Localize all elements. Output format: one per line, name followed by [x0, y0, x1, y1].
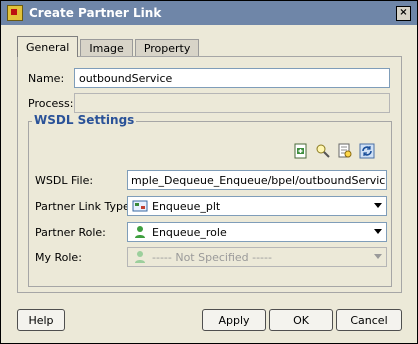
name-label: Name:	[28, 71, 65, 85]
name-row: Name:	[28, 67, 64, 89]
name-field[interactable]: outboundService	[74, 68, 390, 88]
partner-link-type-icon	[132, 200, 148, 212]
help-button[interactable]: Help	[17, 309, 65, 331]
dialog-title: Create Partner Link	[29, 6, 162, 20]
partner-link-type-row: Partner Link Type:	[35, 195, 133, 217]
process-label: Process:	[28, 96, 74, 110]
partner-role-label: Partner Role:	[35, 225, 106, 239]
process-field	[74, 93, 390, 113]
chevron-down-icon	[374, 254, 382, 259]
partner-link-app-icon	[7, 5, 23, 21]
role-icon	[135, 226, 145, 238]
process-row: Process:	[28, 92, 73, 114]
partner-link-type-label: Partner Link Type:	[35, 199, 134, 213]
partner-link-type-dropdown[interactable]: Enqueue_plt	[127, 196, 387, 216]
find-icon[interactable]	[314, 142, 332, 160]
partner-link-type-value: Enqueue_plt	[152, 199, 221, 213]
apply-button-label: Apply	[218, 313, 250, 327]
wsdl-settings-group: WSDL Settings WSDL File: mple_Dequeue_En…	[28, 113, 392, 287]
browse-icon[interactable]	[336, 142, 354, 160]
my-role-label: My Role:	[35, 250, 82, 264]
help-button-label: Help	[28, 313, 54, 327]
wsdl-file-row: WSDL File:	[35, 169, 93, 191]
partner-role-value: Enqueue_role	[152, 225, 227, 239]
create-partner-link-dialog: Create Partner Link × General Image Prop…	[0, 0, 418, 344]
wsdl-settings-title: WSDL Settings	[32, 113, 137, 127]
ok-button-label: OK	[293, 313, 309, 327]
tab-property[interactable]: Property	[134, 39, 200, 57]
tab-strip: General Image Property	[17, 36, 201, 57]
my-role-row: My Role:	[35, 246, 82, 268]
chevron-down-icon	[374, 229, 382, 234]
tab-general[interactable]: General	[17, 36, 79, 57]
refresh-icon[interactable]	[358, 142, 376, 160]
partner-role-dropdown[interactable]: Enqueue_role	[127, 222, 387, 242]
add-wsdl-icon[interactable]	[292, 142, 310, 160]
cancel-button[interactable]: Cancel	[336, 309, 402, 331]
my-role-value: ----- Not Specified -----	[152, 250, 272, 264]
tab-image[interactable]: Image	[80, 39, 133, 57]
ok-button[interactable]: OK	[269, 309, 333, 331]
close-button[interactable]: ×	[396, 6, 411, 21]
wsdl-file-field[interactable]: mple_Dequeue_Enqueue/bpel/outboundServic…	[127, 170, 387, 190]
role-icon	[135, 251, 145, 263]
apply-button[interactable]: Apply	[202, 309, 266, 331]
my-role-dropdown: ----- Not Specified -----	[127, 247, 387, 267]
wsdl-file-label: WSDL File:	[35, 173, 94, 187]
general-tab-panel: Name: outboundService Process: WSDL Sett…	[17, 56, 402, 293]
title-bar: Create Partner Link ×	[1, 1, 417, 25]
chevron-down-icon	[374, 203, 382, 208]
partner-role-row: Partner Role:	[35, 221, 106, 243]
cancel-button-label: Cancel	[350, 313, 388, 327]
